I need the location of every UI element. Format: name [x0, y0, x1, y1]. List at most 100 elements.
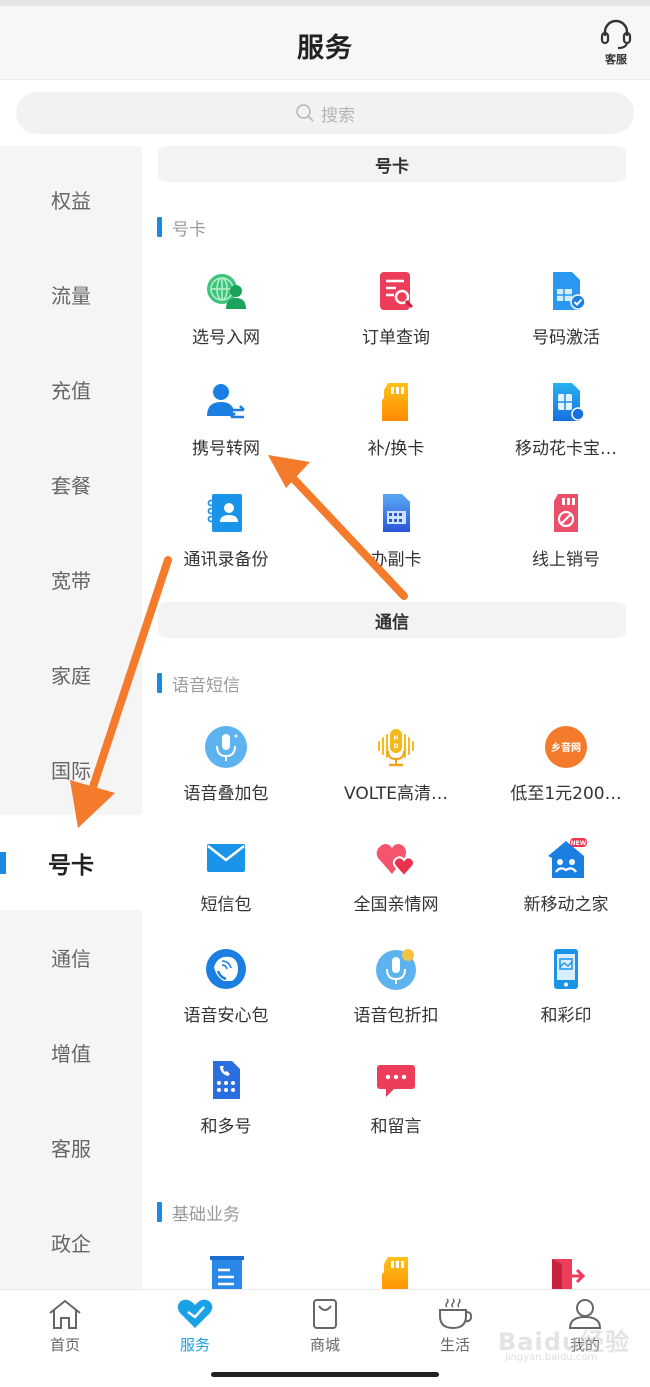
service-voice-safety[interactable]: 语音安心包	[142, 947, 310, 1047]
card-cancel-icon	[554, 494, 578, 532]
sidebar-item-data[interactable]: 流量	[0, 247, 142, 342]
sidebar-item-broadband[interactable]: 宽带	[0, 532, 142, 627]
sidebar-item-label: 国际	[51, 759, 91, 783]
search-input[interactable]: 搜索	[16, 92, 634, 134]
nav-label: 生活	[439, 1336, 470, 1354]
service-replace-card[interactable]: 补/换卡	[312, 380, 480, 480]
service-label: 低至1元200…	[510, 784, 622, 804]
customer-service-button[interactable]: 客服	[596, 18, 636, 70]
nav-label: 首页	[49, 1336, 80, 1354]
sidebar-item-label: 增值	[51, 1042, 91, 1066]
search-area: 搜索	[0, 80, 650, 146]
sub-card-icon	[383, 494, 410, 532]
service-basic-3[interactable]	[482, 1254, 650, 1289]
service-family-network[interactable]: 全国亲情网	[312, 836, 480, 936]
service-multi-number[interactable]: 和多号	[142, 1058, 310, 1158]
user-icon	[568, 1299, 602, 1329]
sidebar-item-label: 通信	[51, 947, 91, 971]
group-title-voice-sms: 语音短信	[157, 672, 240, 696]
service-label: 补/换卡	[367, 439, 425, 459]
sidebar-item-label: 充值	[51, 379, 91, 403]
service-contacts-backup[interactable]: 通讯录备份	[142, 491, 310, 591]
service-basic-1[interactable]	[142, 1254, 310, 1289]
sidebar-item-label: 家庭	[51, 664, 91, 688]
category-sidebar: 权益 流量 充值 套餐 宽带 家庭 国际 号卡 通信 增值 客服 政企	[0, 146, 142, 1289]
coffee-cup-icon	[439, 1298, 473, 1330]
category-title: 通信	[375, 612, 409, 633]
exit-door-icon	[552, 1259, 586, 1289]
svg-text:NEW: NEW	[571, 840, 587, 847]
sidebar-item-customer-service[interactable]: 客服	[0, 1100, 142, 1195]
phone-shield-icon	[206, 949, 246, 989]
service-voice-discount[interactable]: 语音包折扣	[312, 947, 480, 1047]
sidebar-item-label: 流量	[51, 284, 91, 308]
accent-bar	[157, 217, 162, 237]
sidebar-item-recharge[interactable]: 充值	[0, 342, 142, 437]
service-order-query[interactable]: 订单查询	[312, 269, 480, 369]
sidebar-item-plans[interactable]: 套餐	[0, 437, 142, 532]
service-content: 号卡 号卡 选号入网 订单查询 号码激活 携号转网 补/换卡 移动花卡宝… 通讯…	[142, 146, 650, 1289]
nav-life[interactable]: 生活	[390, 1298, 520, 1358]
service-township-network[interactable]: 乡音网 低至1元200…	[482, 725, 650, 825]
sidebar-item-label: 权益	[51, 189, 91, 213]
nav-home[interactable]: 首页	[0, 1298, 130, 1358]
svg-text:D: D	[394, 743, 399, 750]
service-voice-addon[interactable]: 语音叠加包	[142, 725, 310, 825]
sidebar-item-label: 政企	[51, 1232, 91, 1256]
sidebar-item-label: 号卡	[48, 852, 94, 879]
sim-card-icon	[553, 383, 585, 421]
service-online-cancel[interactable]: 线上销号	[482, 491, 650, 591]
sidebar-item-rights[interactable]: 权益	[0, 152, 142, 247]
service-label: 全国亲情网	[353, 895, 439, 915]
service-label: 新移动之家	[523, 895, 609, 915]
accent-bar	[157, 1202, 162, 1222]
service-number-portability[interactable]: 携号转网	[142, 380, 310, 480]
hd-microphone-icon: H D	[378, 729, 414, 767]
header: 服务 客服	[0, 6, 650, 80]
contacts-book-icon	[207, 494, 242, 532]
sidebar-item-communication[interactable]: 通信	[0, 910, 142, 1005]
category-header-communication: 通信	[158, 602, 626, 638]
sidebar-item-label: 客服	[51, 1137, 91, 1161]
sidebar-item-family[interactable]: 家庭	[0, 627, 142, 722]
service-label: 订单查询	[362, 328, 430, 348]
sidebar-item-enterprise[interactable]: 政企	[0, 1195, 142, 1290]
svg-text:H: H	[393, 735, 398, 742]
service-huaka-bao[interactable]: 移动花卡宝…	[482, 380, 650, 480]
category-header-sim: 号卡	[158, 146, 626, 182]
service-volte-hd[interactable]: H D VOLTE高清…	[312, 725, 480, 825]
user-transfer-icon	[207, 384, 245, 419]
service-sms-pack[interactable]: 短信包	[142, 836, 310, 936]
nav-services[interactable]: 服务	[130, 1298, 260, 1358]
service-sub-card[interactable]: 办副卡	[312, 491, 480, 591]
sim-check-icon	[553, 272, 586, 310]
home-icon	[49, 1299, 81, 1329]
group-title-text: 号卡	[172, 219, 206, 240]
sidebar-item-label: 宽带	[51, 569, 91, 593]
service-new-mobile-home[interactable]: NEW 新移动之家	[482, 836, 650, 936]
heart-icon	[177, 1299, 213, 1328]
sidebar-item-value-added[interactable]: 增值	[0, 1005, 142, 1100]
customer-service-label: 客服	[605, 53, 627, 66]
sidebar-item-sim-card[interactable]: 号卡	[0, 815, 142, 910]
service-voicemail[interactable]: 和留言	[312, 1058, 480, 1158]
service-caixin-print[interactable]: 和彩印	[482, 947, 650, 1047]
family-home-icon: NEW	[548, 838, 587, 878]
group-title-basic-business: 基础业务	[157, 1201, 240, 1225]
service-basic-2[interactable]	[312, 1254, 480, 1289]
nav-mall[interactable]: 商城	[260, 1298, 390, 1358]
nav-mine[interactable]: 我的	[520, 1298, 650, 1358]
service-label: 和多号	[200, 1117, 252, 1137]
service-number-activation[interactable]: 号码激活	[482, 269, 650, 369]
service-label: 线上销号	[532, 550, 600, 570]
globe-user-icon	[207, 274, 246, 309]
dialpad-card-icon	[213, 1061, 240, 1099]
service-label: 携号转网	[192, 439, 260, 459]
township-network-icon: 乡音网	[545, 726, 587, 768]
sd-card-icon	[382, 383, 408, 421]
accent-bar	[157, 673, 162, 693]
sidebar-item-international[interactable]: 国际	[0, 722, 142, 817]
service-select-number[interactable]: 选号入网	[142, 269, 310, 369]
group-title-sim: 号卡	[157, 216, 206, 240]
sd-card-icon	[382, 1257, 408, 1289]
